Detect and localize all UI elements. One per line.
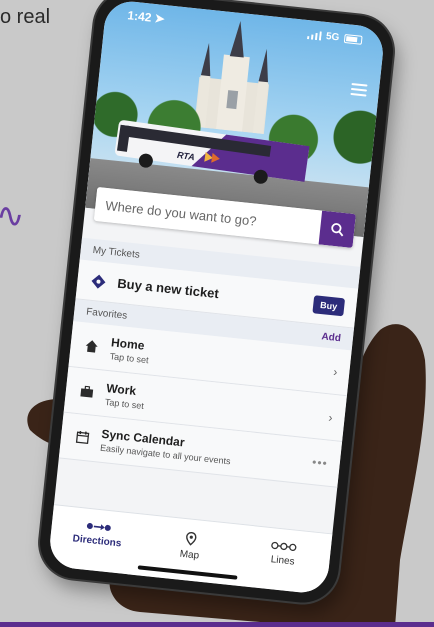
search-button[interactable] [318,210,356,248]
briefcase-icon [77,382,97,402]
more-options-icon[interactable]: ••• [312,454,329,470]
tab-lines[interactable]: Lines [247,538,319,570]
tab-map[interactable]: Map [154,528,227,564]
ticket-icon [89,271,109,291]
tab-label: Lines [270,554,296,568]
tab-label: Map [179,548,200,562]
search-icon [331,223,344,237]
phone: RTA 1:42 ➤ 5G Where do you want to go? M… [36,0,397,607]
chevron-right-icon: › [327,409,334,425]
status-time: 1:42 ➤ [126,8,166,27]
calendar-icon [72,427,92,447]
tab-directions[interactable]: Directions [62,518,134,550]
bottom-accent-bar [0,622,434,627]
lines-icon [271,541,297,552]
tab-label: Directions [72,533,122,550]
battery-icon [343,33,363,45]
favorites-section-label: Favorites [85,306,128,322]
network-label: 5G [325,30,340,43]
signal-icon [306,30,322,41]
app-screen: RTA 1:42 ➤ 5G Where do you want to go? M… [47,0,386,596]
home-icon [82,336,102,356]
buy-ticket-label: Buy a new ticket [116,275,220,301]
status-indicators: 5G [306,29,363,46]
hamburger-menu-icon[interactable] [350,82,368,97]
buy-button[interactable]: Buy [312,294,346,316]
map-pin-icon [186,532,197,546]
tickets-section-label: My Tickets [92,244,141,261]
add-favorite-button[interactable]: Add [321,331,341,344]
chevron-right-icon: › [332,364,339,379]
directions-icon [86,523,111,531]
